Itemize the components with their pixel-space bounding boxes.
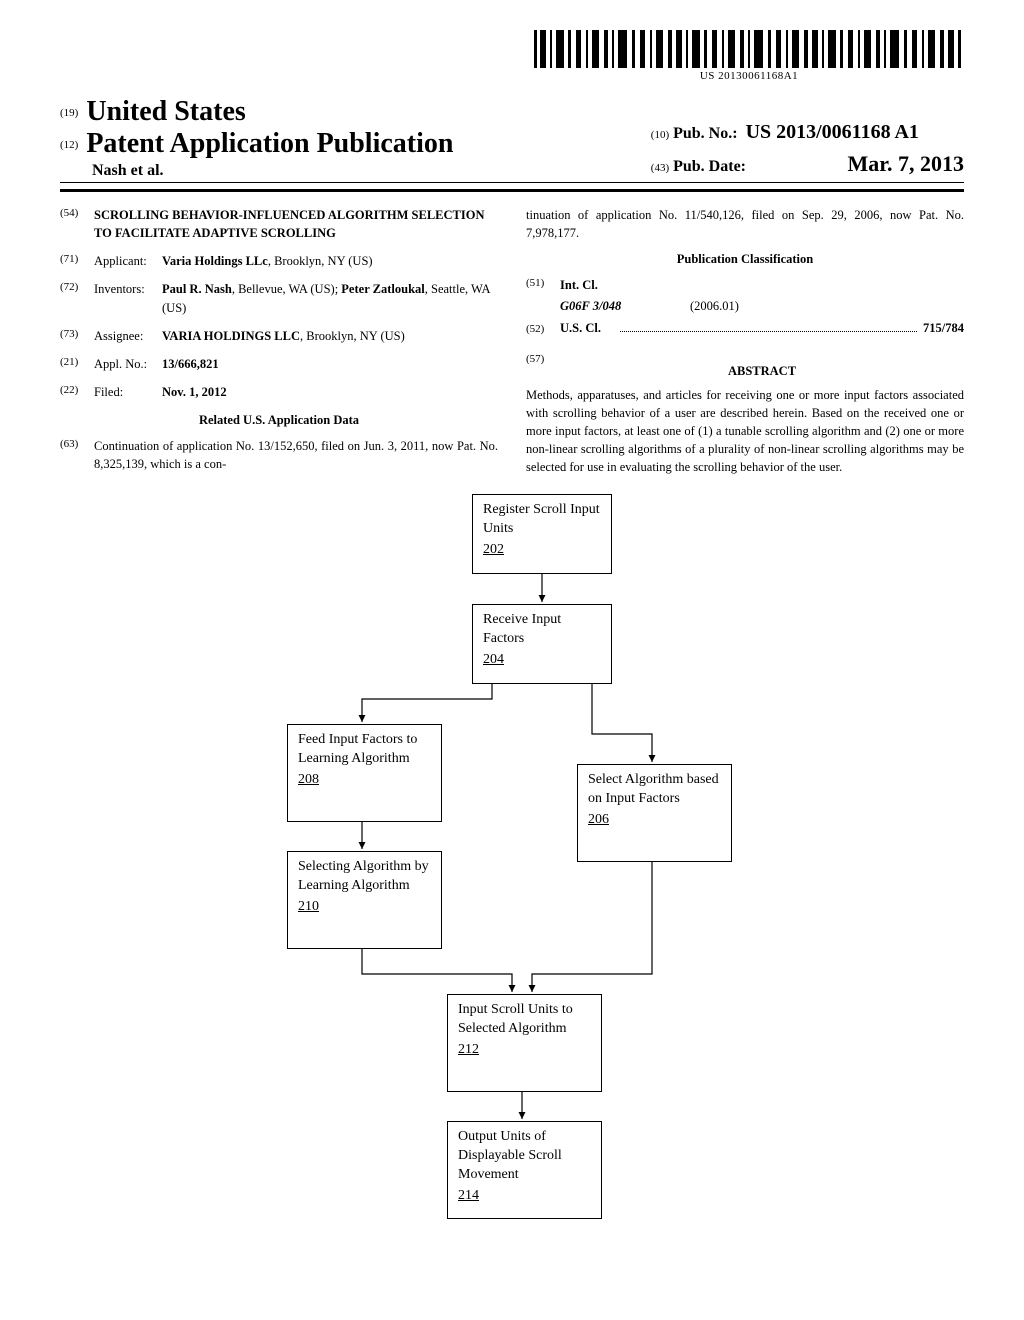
field-applno: (21) Appl. No.: 13/666,821 — [60, 355, 498, 373]
continuation-cont: tinuation of application No. 11/540,126,… — [526, 206, 964, 242]
field-inventors: (72) Inventors: Paul R. Nash, Bellevue, … — [60, 280, 498, 316]
inid-country: (19) — [60, 107, 78, 119]
code-21: (21) — [60, 355, 94, 373]
flow-box-210: Selecting Algorithm by Learning Algorith… — [287, 851, 442, 949]
flow-text-210: Selecting Algorithm by Learning Algorith… — [298, 859, 429, 893]
code-63: (63) — [60, 437, 94, 473]
pubno-label: Pub. No.: — [673, 122, 737, 146]
flow-ref-208: 208 — [298, 771, 319, 790]
code-57: (57) — [526, 352, 560, 386]
filed-value: Nov. 1, 2012 — [162, 383, 498, 401]
flow-text-212: Input Scroll Units to Selected Algorithm — [458, 1002, 573, 1036]
barcode-icon — [534, 30, 964, 68]
abstract-heading: ABSTRACT — [560, 362, 964, 380]
flow-box-204: Receive Input Factors 204 — [472, 604, 612, 684]
pubdate-label: Pub. Date: — [673, 155, 746, 179]
flow-box-208: Feed Input Factors to Learning Algorithm… — [287, 724, 442, 822]
pubdate-value: Mar. 7, 2013 — [754, 147, 964, 180]
field-intcl: (51) Int. Cl. — [526, 276, 964, 294]
left-column: (54) SCROLLING BEHAVIOR-INFLUENCED ALGOR… — [60, 206, 498, 476]
filed-label: Filed: — [94, 383, 162, 401]
applno-value: 13/666,821 — [162, 355, 498, 373]
field-assignee: (73) Assignee: VARIA HOLDINGS LLC, Brook… — [60, 327, 498, 345]
assignee-value: VARIA HOLDINGS LLC, Brooklyn, NY (US) — [162, 327, 498, 345]
code-54: (54) — [60, 206, 94, 242]
flow-ref-202: 202 — [483, 541, 504, 560]
code-51: (51) — [526, 276, 560, 294]
uscl-label: U.S. Cl. — [560, 319, 614, 337]
field-title: (54) SCROLLING BEHAVIOR-INFLUENCED ALGOR… — [60, 206, 498, 242]
right-column: tinuation of application No. 11/540,126,… — [526, 206, 964, 476]
invention-title: SCROLLING BEHAVIOR-INFLUENCED ALGORITHM … — [94, 206, 498, 242]
field-uscl: (52) U.S. Cl. 715/784 — [526, 319, 964, 338]
continuation-text: Continuation of application No. 13/152,6… — [94, 437, 498, 473]
top-area: US 20130061168A1 — [60, 30, 964, 90]
field-applicant: (71) Applicant: Varia Holdings LLc, Broo… — [60, 252, 498, 270]
inid-kind: (12) — [60, 139, 78, 151]
header-block: (19) United States (12) Patent Applicati… — [60, 96, 964, 180]
barcode-text: US 20130061168A1 — [534, 70, 964, 82]
flow-ref-214: 214 — [458, 1187, 479, 1206]
assignee-label: Assignee: — [94, 327, 162, 345]
flow-text-206: Select Algorithm based on Input Factors — [588, 772, 719, 806]
uscl-value: 715/784 — [923, 319, 964, 337]
field-filed: (22) Filed: Nov. 1, 2012 — [60, 383, 498, 401]
flow-text-202: Register Scroll Input Units — [483, 502, 600, 536]
applicant-label: Applicant: — [94, 252, 162, 270]
abstract-text: Methods, apparatuses, and articles for r… — [526, 386, 964, 477]
rule-thick — [60, 189, 964, 192]
field-continuation: (63) Continuation of application No. 13/… — [60, 437, 498, 473]
applicant-value: Varia Holdings LLc, Brooklyn, NY (US) — [162, 252, 498, 270]
code-71: (71) — [60, 252, 94, 270]
authors: Nash et al. — [92, 162, 453, 180]
flow-box-212: Input Scroll Units to Selected Algorithm… — [447, 994, 602, 1092]
intcl-year: (2006.01) — [690, 297, 739, 315]
inid-pubdate: (43) — [651, 160, 669, 177]
flow-box-214: Output Units of Displayable Scroll Movem… — [447, 1121, 602, 1219]
rule-thin — [60, 182, 964, 183]
flow-text-208: Feed Input Factors to Learning Algorithm — [298, 732, 417, 766]
flow-text-204: Receive Input Factors — [483, 612, 561, 646]
flow-ref-206: 206 — [588, 811, 609, 830]
flow-ref-204: 204 — [483, 651, 504, 670]
code-52: (52) — [526, 322, 560, 338]
classification-heading: Publication Classification — [526, 250, 964, 268]
flow-text-214: Output Units of Displayable Scroll Movem… — [458, 1129, 562, 1182]
flow-box-202: Register Scroll Input Units 202 — [472, 494, 612, 574]
pubno-value: US 2013/0061168 A1 — [746, 117, 919, 147]
bibliographic-data: (54) SCROLLING BEHAVIOR-INFLUENCED ALGOR… — [60, 206, 964, 476]
flow-ref-212: 212 — [458, 1041, 479, 1060]
code-22: (22) — [60, 383, 94, 401]
code-73: (73) — [60, 327, 94, 345]
intcl-class: G06F 3/048 — [560, 297, 690, 315]
flow-box-206: Select Algorithm based on Input Factors … — [577, 764, 732, 862]
code-72: (72) — [60, 280, 94, 316]
patent-page: US 20130061168A1 (19) United States (12)… — [0, 0, 1024, 1264]
flow-ref-210: 210 — [298, 898, 319, 917]
publication-kind: Patent Application Publication — [86, 128, 453, 159]
barcode-block: US 20130061168A1 — [534, 30, 964, 82]
inventors-value: Paul R. Nash, Bellevue, WA (US); Peter Z… — [162, 280, 498, 316]
intcl-row: G06F 3/048 (2006.01) — [560, 297, 964, 315]
dot-leader — [620, 321, 917, 332]
country-name: United States — [86, 96, 245, 127]
inid-pubno: (10) — [651, 127, 669, 144]
applno-label: Appl. No.: — [94, 355, 162, 373]
inventors-label: Inventors: — [94, 280, 162, 316]
flowchart: Register Scroll Input Units 202 Receive … — [232, 494, 792, 1224]
intcl-label: Int. Cl. — [560, 278, 598, 292]
related-heading: Related U.S. Application Data — [60, 411, 498, 429]
